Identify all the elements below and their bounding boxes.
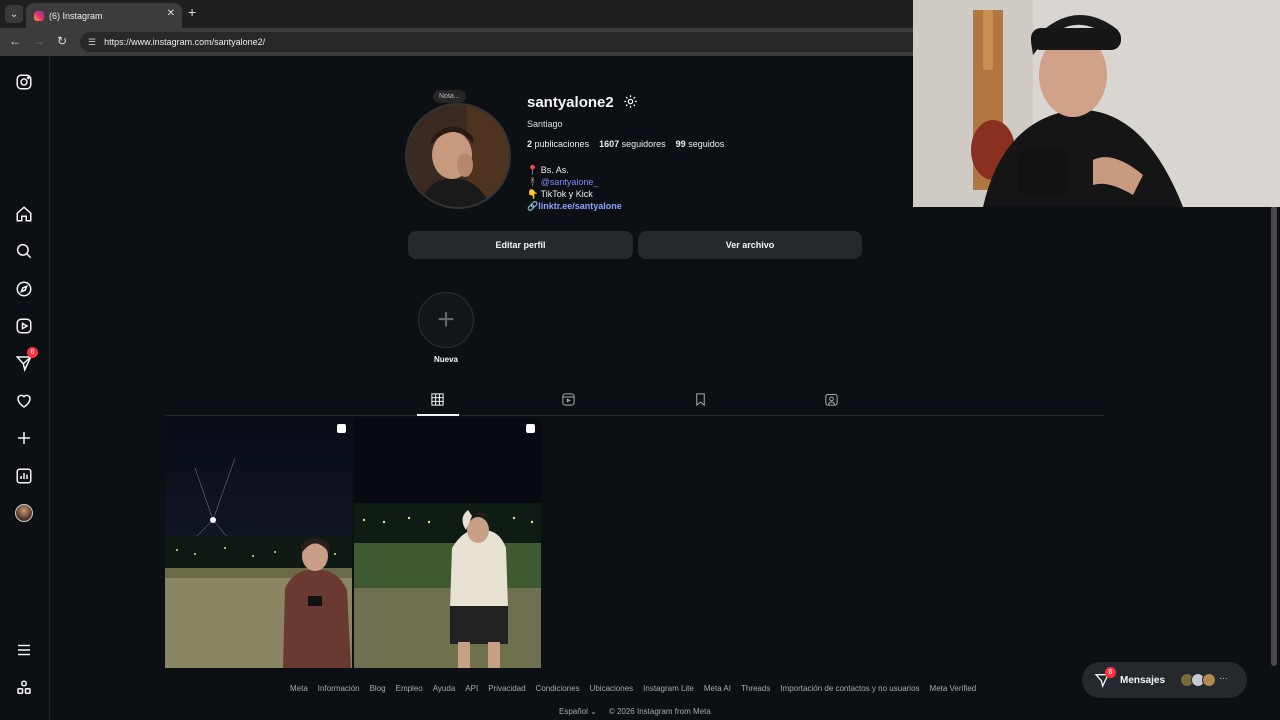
- profile-stats: 2 publicaciones 1607 seguidores 99 segui…: [527, 139, 724, 149]
- messages-count-badge: 6: [1105, 667, 1116, 678]
- explore-icon[interactable]: [14, 279, 34, 299]
- view-archive-button[interactable]: Ver archivo: [638, 231, 862, 259]
- new-tab-button[interactable]: +: [188, 4, 196, 20]
- profile-username: santyalone2: [527, 94, 614, 111]
- bookmark-icon: [696, 393, 705, 407]
- webcam-streamer-image: [913, 0, 1280, 207]
- footer-link[interactable]: Instagram Lite: [643, 684, 694, 693]
- grid-icon: [431, 393, 444, 406]
- search-icon[interactable]: [14, 241, 34, 261]
- post-thumbnail[interactable]: [165, 418, 352, 668]
- bio-mention-link[interactable]: @santyalone_: [541, 177, 599, 187]
- post-image-night-park-white-hoodie: [354, 418, 541, 668]
- webcam-overlay: [913, 0, 1280, 207]
- settings-gear-icon[interactable]: [623, 94, 638, 109]
- new-highlight-button[interactable]: +: [418, 292, 474, 348]
- plus-icon: +: [437, 303, 455, 336]
- page-scrollbar[interactable]: [1271, 206, 1277, 666]
- bio-location: 📍 Bs. As.: [527, 165, 569, 175]
- footer-bottom: Español ⌄ © 2026 Instagram from Meta: [559, 707, 711, 716]
- dashboard-icon[interactable]: [14, 466, 34, 486]
- send-icon: 6: [1094, 667, 1116, 688]
- footer-link[interactable]: Meta: [290, 684, 308, 693]
- footer-link[interactable]: Ubicaciones: [590, 684, 634, 693]
- footer-link[interactable]: Condiciones: [536, 684, 580, 693]
- bio-link[interactable]: linktr.ee/santyalone: [538, 201, 622, 211]
- reels-icon[interactable]: [14, 316, 34, 336]
- bio-link-line[interactable]: 🔗linktr.ee/santyalone: [527, 200, 622, 212]
- tab-close-icon[interactable]: ✕: [167, 8, 175, 19]
- back-arrow-icon[interactable]: ←: [9, 34, 21, 48]
- footer-link[interactable]: Meta AI: [704, 684, 731, 693]
- footer-link[interactable]: Meta Verified: [930, 684, 977, 693]
- footer-link[interactable]: Threads: [741, 684, 770, 693]
- footer-link[interactable]: Empleo: [396, 684, 423, 693]
- tabs-divider: [165, 415, 1105, 416]
- message-avatars: ···: [1180, 673, 1229, 687]
- sidebar-nav: 6: [0, 56, 50, 720]
- copyright: © 2026 Instagram from Meta: [608, 707, 711, 716]
- post-thumbnail[interactable]: [354, 418, 541, 668]
- followers-stat[interactable]: 1607 seguidores: [599, 139, 666, 149]
- reels-tab-icon: [562, 393, 575, 406]
- profile-picture[interactable]: [405, 103, 511, 209]
- tab-title: (6) Instagram: [49, 10, 103, 21]
- messages-label: Mensajes: [1120, 674, 1166, 686]
- posts-stat: 2 publicaciones: [527, 139, 590, 149]
- notifications-heart-icon[interactable]: [14, 391, 34, 411]
- create-plus-icon[interactable]: [14, 428, 34, 448]
- footer-link[interactable]: Privacidad: [488, 684, 525, 693]
- following-stat[interactable]: 99 seguidos: [676, 139, 725, 149]
- reload-icon[interactable]: ↻: [57, 34, 67, 48]
- edit-profile-button[interactable]: Editar perfil: [408, 231, 633, 259]
- also-from-meta-icon[interactable]: [14, 678, 34, 698]
- avatar: [15, 504, 33, 522]
- more-dots-icon: ···: [1219, 673, 1229, 683]
- link-chain-icon: 🔗: [527, 201, 539, 211]
- carousel-multi-icon: [526, 424, 535, 433]
- instagram-logo-icon[interactable]: [14, 72, 34, 92]
- footer-link[interactable]: Información: [318, 684, 360, 693]
- profile-full-name: Santiago: [527, 119, 563, 129]
- instagram-favicon-icon: [34, 10, 44, 21]
- new-highlight-label: Nueva: [433, 355, 458, 364]
- messages-icon[interactable]: 6: [14, 347, 38, 373]
- post-image-night-park-hoodie: [165, 418, 352, 668]
- footer-link[interactable]: Blog: [370, 684, 386, 693]
- profile-avatar[interactable]: [14, 503, 34, 523]
- note-bubble[interactable]: Nota...: [433, 90, 466, 103]
- bio-platforms: 👇 TikTok y Kick: [527, 189, 593, 199]
- messages-floating-button[interactable]: 6 Mensajes ···: [1082, 662, 1247, 698]
- footer-link[interactable]: API: [465, 684, 478, 693]
- tab-search-chevron-icon[interactable]: ⌄: [5, 5, 23, 23]
- tab-posts-grid[interactable]: [430, 392, 446, 408]
- language-select[interactable]: Español ⌄: [559, 707, 597, 716]
- tab-reels[interactable]: [561, 392, 577, 408]
- more-menu-icon[interactable]: [14, 640, 34, 660]
- bio-mention-line: 🕴 @santyalone_: [527, 177, 599, 187]
- messages-badge: 6: [27, 347, 38, 358]
- avatar: [1202, 673, 1217, 687]
- tab-saved[interactable]: [693, 392, 709, 408]
- profile-bio: 📍 Bs. As. 🕴 @santyalone_ 👇 TikTok y Kick…: [527, 164, 622, 212]
- active-tab-indicator: [417, 414, 459, 416]
- forward-arrow-icon[interactable]: →: [33, 34, 45, 48]
- footer-link[interactable]: Ayuda: [433, 684, 456, 693]
- site-info-icon[interactable]: ☰: [88, 37, 96, 48]
- profile-photo-image: [407, 105, 509, 207]
- footer-links: Meta Información Blog Empleo Ayuda API P…: [290, 684, 976, 693]
- carousel-multi-icon: [337, 424, 346, 433]
- url-text: https://www.instagram.com/santyalone2/: [104, 37, 266, 47]
- browser-tab[interactable]: (6) Instagram ✕: [26, 3, 182, 28]
- tab-tagged[interactable]: [824, 392, 840, 408]
- home-icon[interactable]: [14, 204, 34, 224]
- tagged-person-icon: [825, 394, 838, 406]
- footer-link[interactable]: Importación de contactos y no usuarios: [780, 684, 919, 693]
